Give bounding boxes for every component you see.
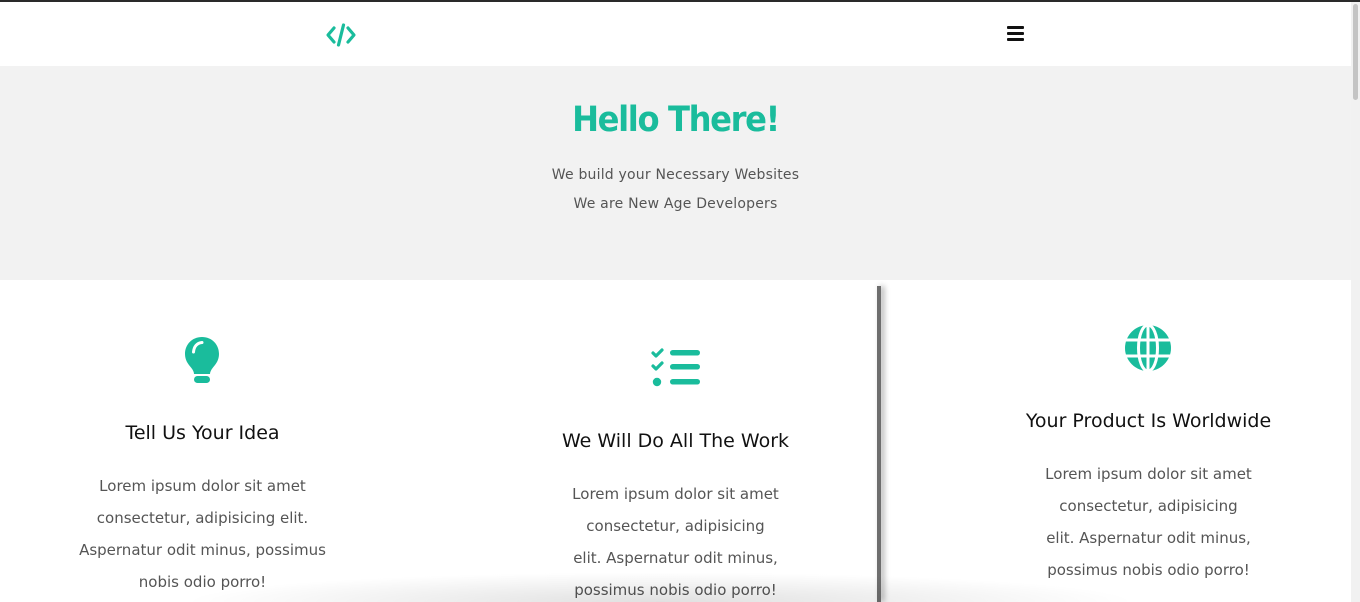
- task-list-icon: [650, 348, 702, 394]
- feature-card-worldwide: Your Product Is Worldwide Lorem ipsum do…: [946, 280, 1351, 602]
- page-scrollbar[interactable]: [1351, 2, 1360, 602]
- feature-card-work: We Will Do All The Work Lorem ipsum dolo…: [473, 280, 878, 602]
- hamburger-menu-icon[interactable]: [1005, 24, 1027, 44]
- globe-icon: [1124, 323, 1172, 376]
- menu-bar: [1007, 38, 1024, 41]
- code-logo-icon[interactable]: [325, 22, 357, 48]
- menu-bar: [1007, 26, 1024, 29]
- feature-title: Your Product Is Worldwide: [1025, 410, 1272, 432]
- hero-title: Hello There!: [572, 100, 780, 140]
- feature-title: We Will Do All The Work: [561, 430, 790, 452]
- hero-section: Hello There! We build your Necessary Web…: [0, 66, 1351, 280]
- scrollbar-thumb[interactable]: [1353, 4, 1358, 100]
- feature-card-idea: Tell Us Your Idea Lorem ipsum dolor sit …: [0, 280, 405, 602]
- feature-description: Lorem ipsum dolor sit amet consectetur, …: [79, 477, 326, 591]
- feature-description: Lorem ipsum dolor sit amet consectetur, …: [1045, 465, 1252, 579]
- lightbulb-icon: [184, 336, 220, 388]
- section-divider: [877, 286, 881, 602]
- feature-title: Tell Us Your Idea: [125, 422, 280, 444]
- features-section: Tell Us Your Idea Lorem ipsum dolor sit …: [0, 280, 1351, 602]
- menu-bar: [1007, 32, 1024, 35]
- hero-tagline-1: We build your Necessary Websites: [551, 167, 800, 183]
- navbar: [0, 2, 1351, 66]
- hero-tagline-2: We are New Age Developers: [573, 196, 778, 212]
- feature-description: Lorem ipsum dolor sit amet consectetur, …: [572, 485, 779, 599]
